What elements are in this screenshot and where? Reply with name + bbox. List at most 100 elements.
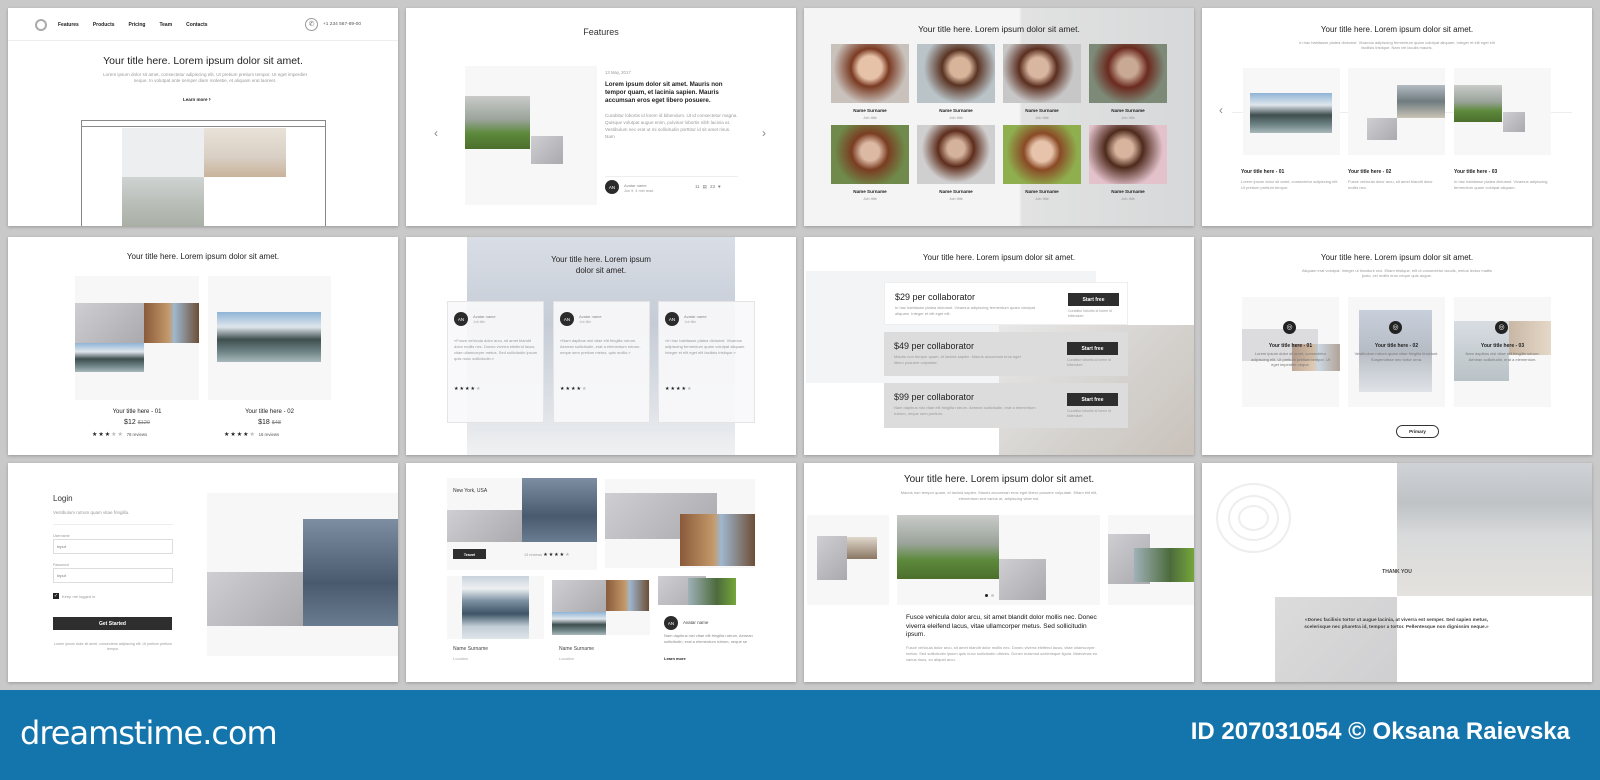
rating-stars: ★★★★★ — [560, 386, 588, 392]
remember-checkbox[interactable]: ✓ — [53, 593, 59, 599]
avatar: AN — [454, 312, 468, 326]
logo-icon[interactable] — [35, 19, 47, 31]
gray-block — [75, 303, 144, 343]
next-arrow-icon[interactable]: › — [762, 126, 766, 140]
gray-block — [531, 136, 563, 164]
fjord-image — [1250, 93, 1332, 133]
team-member[interactable]: Name Surname Job title — [1003, 44, 1081, 120]
person-name: Name Surname — [559, 646, 595, 652]
person-name: Name Surname — [453, 646, 489, 652]
team-member[interactable]: Name Surname Job title — [917, 125, 995, 201]
member-job: Job title — [1035, 196, 1049, 201]
forest-image — [1134, 548, 1194, 582]
card-text: In hac habitasse platea dictumst. Vivamu… — [1454, 179, 1548, 190]
review-count[interactable]: 16 reviews — [259, 432, 280, 437]
nav-products[interactable]: Products — [93, 22, 115, 28]
travel-tag[interactable]: Travel — [453, 549, 486, 559]
member-name: Name Surname — [1025, 189, 1059, 194]
plan-text: Mauris non tempor quam, et lacinia sapie… — [894, 354, 1021, 365]
slide-subtitle: Mauris non tempor quam, et lacinia sapie… — [900, 490, 1098, 501]
person-location: Location — [559, 656, 575, 661]
password-input[interactable] — [53, 568, 173, 583]
street-image — [606, 580, 649, 611]
team-member[interactable]: Name Surname Job title — [1003, 125, 1081, 201]
nav-pricing[interactable]: Pricing — [129, 22, 146, 28]
spiral-watermark-icon — [1216, 483, 1291, 553]
title-line-1: Your title here. Lorem ipsum — [551, 255, 651, 264]
hero-text: Lorem ipsum dolor sit amet, consectetur … — [103, 72, 307, 83]
thank-you-quote: «Donec facilisis tortor ut augue lacinia… — [1304, 618, 1489, 630]
slider-dot-active[interactable] — [985, 594, 988, 597]
team-member[interactable]: Name Surname Job title — [831, 44, 909, 120]
review-row: 13 reviews ★★★★★ — [524, 552, 571, 558]
features-title: Features — [583, 27, 619, 37]
learn-more-link[interactable]: Learn more › — [183, 97, 211, 103]
product-price: $12 — [124, 419, 136, 426]
member-photo — [1003, 125, 1081, 184]
card-text: Nam dapibus nisl vitae elit fringilla ru… — [1465, 351, 1540, 362]
gray-block — [817, 536, 847, 580]
mountain-image — [552, 612, 606, 635]
slide-title: Your title here. Lorem ipsum dolor sit a… — [922, 253, 1076, 262]
phone-number[interactable]: +1 234 567-89-00 — [323, 22, 361, 27]
fjord-image — [462, 576, 529, 639]
slide-testimonials: Your title here. Lorem ipsum dolor sit a… — [406, 237, 796, 455]
gray-block — [552, 580, 606, 612]
learn-more-link[interactable]: Learn more — [664, 656, 686, 661]
review-count[interactable]: 78 reviews — [127, 432, 148, 437]
team-member[interactable]: Name Surname Job title — [917, 44, 995, 120]
team-title: Your title here. Lorem ipsum dolor sit a… — [918, 24, 1080, 34]
member-photo — [917, 44, 995, 103]
nav-team[interactable]: Team — [159, 22, 172, 28]
nav-contacts[interactable]: Contacts — [186, 22, 207, 28]
blurred-image — [522, 478, 597, 542]
slide-title: Your title here. Lorem ipsum dolor sit a… — [126, 252, 280, 261]
member-name: Name Surname — [939, 189, 973, 194]
remember-label[interactable]: Keep me logged in — [62, 594, 95, 599]
username-input[interactable] — [53, 539, 173, 554]
product-title: Your title here - 02 — [245, 409, 294, 415]
plan-note: Curabitur lobortis id lorem id bibendum — [1067, 409, 1111, 418]
article-divider — [605, 176, 738, 177]
title-line-2: dolor sit amet. — [575, 266, 627, 275]
card-image — [1509, 321, 1551, 355]
review-count[interactable]: 13 reviews — [524, 553, 542, 557]
login-divider — [53, 524, 173, 525]
plan-note: Curabitur lobortis id lorem id bibendum — [1068, 309, 1112, 318]
article-text: Curabitur lobortis id lorem id bibendum.… — [605, 113, 738, 139]
plan-row: $29 per collaborator In hac habitasse pl… — [884, 282, 1128, 325]
start-free-button[interactable]: Start free — [1067, 342, 1118, 355]
slider-dot[interactable] — [991, 594, 994, 597]
slide-icon-cards: Your title here. Lorem ipsum dolor sit a… — [1202, 237, 1592, 455]
team-member[interactable]: Name Surname Job title — [1089, 44, 1167, 120]
article-date: 13 May, 2017 — [605, 70, 631, 75]
image-credit: ID 207031054 © Oksana Raievska — [1190, 718, 1570, 745]
member-photo — [917, 125, 995, 184]
globe-icon: ◎ — [1283, 321, 1296, 334]
start-free-button[interactable]: Start free — [1067, 393, 1118, 406]
team-grid: Name Surname Job title Name Surname Job ti… — [831, 44, 1175, 201]
primary-button[interactable]: Primary — [1396, 425, 1439, 438]
bridge-image — [1397, 85, 1445, 118]
team-member[interactable]: Name Surname Job title — [1089, 125, 1167, 201]
building-image — [847, 537, 877, 559]
team-member[interactable]: Name Surname Job title — [831, 125, 909, 201]
member-name: Name Surname — [853, 108, 887, 113]
watermark-footer: dreamstime.com ID 207031054 © Oksana Rai… — [0, 690, 1600, 780]
browser-mockup — [81, 120, 326, 226]
likes-count: 23 — [709, 184, 715, 189]
avatar: AN — [664, 616, 678, 630]
member-photo — [1003, 44, 1081, 103]
prev-arrow-icon[interactable]: ‹ — [1219, 103, 1223, 117]
get-started-button[interactable]: Get Started — [53, 617, 172, 630]
slide-subtitle: Aliquam erat volutpat. Integer ut tincid… — [1301, 268, 1493, 278]
comments-count: 11 — [695, 184, 700, 189]
start-free-button[interactable]: Start free — [1068, 293, 1119, 306]
rating-stars: ★★★★★ — [665, 386, 693, 392]
avatar-meta: Jun 9, 4 min read — [624, 189, 654, 193]
testimonial-quote: «Nam dapibus nisl vitae elit fringilla r… — [560, 338, 641, 355]
nav-features[interactable]: Features — [58, 22, 79, 28]
article-heading: Fusce vehicula dolor arcu, sit amet blan… — [906, 614, 1097, 638]
testimonial-quote: «In hac habitasse platea dictumst. Vivam… — [665, 338, 746, 355]
prev-arrow-icon[interactable]: ‹ — [434, 126, 438, 140]
